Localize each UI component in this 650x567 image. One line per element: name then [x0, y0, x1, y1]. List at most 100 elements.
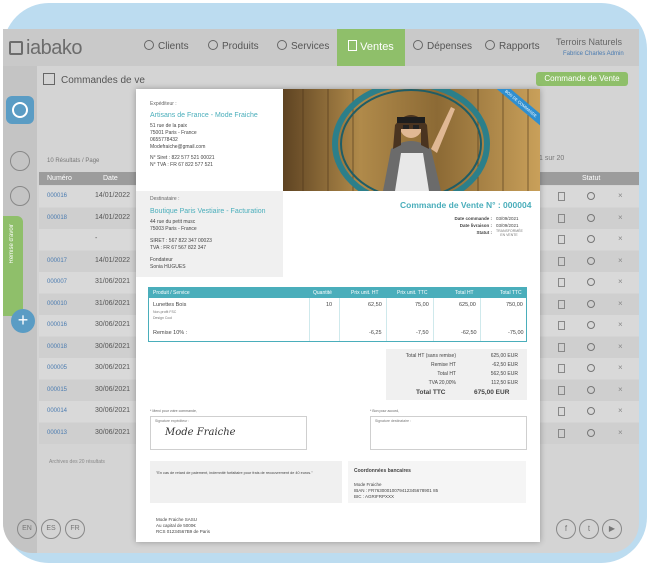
row-date: 30/06/2021: [95, 385, 131, 393]
nav-clients[interactable]: Clients: [144, 40, 189, 52]
document-icon[interactable]: [558, 213, 565, 223]
expediteur-ids: N° Siret : 822 577 521 00021 N° TVA : FR…: [150, 155, 215, 169]
row-date: 14/01/2022: [95, 213, 131, 221]
user-menu[interactable]: Fabrice Charles Admin: [563, 51, 624, 57]
divider: [433, 298, 434, 341]
delete-icon[interactable]: ×: [618, 406, 623, 415]
divider: [386, 298, 387, 341]
nav-services[interactable]: Services: [277, 40, 329, 52]
exp-addr-line: 75001 Paris - France: [150, 130, 197, 136]
page-title: Commandes de ve: [43, 73, 145, 86]
app-logo[interactable]: iabako: [9, 37, 82, 60]
document-icon[interactable]: [558, 256, 565, 266]
nav-produits[interactable]: Produits: [208, 40, 259, 52]
lang-fr[interactable]: FR: [65, 519, 85, 539]
document-icon[interactable]: [558, 278, 565, 287]
date-commande-value: 03/09/2021: [496, 216, 519, 221]
sig-left-caption: * Merci pour votre commande,: [150, 409, 197, 413]
document-icon[interactable]: [558, 364, 565, 373]
dest-contact-name: Sonia HUGUES: [150, 264, 186, 270]
new-order-button[interactable]: Commande de Vente: [536, 72, 628, 86]
history-icon[interactable]: [10, 186, 30, 206]
company-name: Terroirs Naturels: [556, 37, 623, 47]
delete-icon[interactable]: ×: [618, 299, 623, 308]
screenshot-stage: iabako Clients Produits Services Ventes …: [0, 0, 650, 567]
document-icon[interactable]: [558, 192, 565, 201]
pagination[interactable]: 1 sur 20: [539, 155, 564, 162]
add-button[interactable]: +: [11, 309, 35, 333]
lang-en[interactable]: EN: [17, 519, 37, 539]
results-per-page[interactable]: 10 Résultats / Page: [47, 158, 99, 164]
delete-icon[interactable]: ×: [618, 385, 623, 394]
th-total-ht: Total HT: [455, 290, 474, 296]
total-ttc-label: Total TTC: [416, 389, 446, 396]
col-statut[interactable]: Statut: [582, 175, 600, 182]
dest-tva: TVA : FR 67 567 822 347: [150, 245, 207, 251]
row-date: 31/06/2021: [95, 299, 131, 307]
document-icon[interactable]: [558, 385, 565, 395]
delete-icon[interactable]: ×: [618, 363, 623, 372]
archives-link[interactable]: Archives des 20 résultats: [49, 459, 105, 465]
line2-total-ttc: -75,00: [508, 330, 524, 336]
delete-icon[interactable]: ×: [618, 428, 623, 437]
row-date: 30/06/2021: [95, 342, 131, 350]
document-icon[interactable]: [558, 428, 565, 438]
document-icon[interactable]: [558, 407, 565, 416]
photo-illustration: [283, 89, 540, 191]
exp-siret: N° Siret : 822 577 521 00021: [150, 155, 215, 161]
chart-icon: [485, 40, 495, 50]
document-icon[interactable]: [558, 321, 565, 330]
expediteur-label: Expéditeur :: [150, 101, 177, 107]
destinataire-name: Boutique Paris Vestiaire - Facturation: [150, 208, 266, 215]
expediteur-name: Artisans de France - Mode Fraiche: [150, 112, 258, 119]
delete-icon[interactable]: ×: [618, 213, 623, 222]
page-title-text: Commandes de ve: [61, 75, 145, 86]
logo-icon: [9, 41, 23, 55]
lang-es[interactable]: ES: [41, 519, 61, 539]
line1-total-ttc: 750,00: [506, 302, 523, 308]
delete-icon[interactable]: ×: [618, 277, 623, 286]
delete-icon[interactable]: ×: [618, 234, 623, 243]
th-quantite: Quantité: [313, 290, 332, 296]
nav-ventes[interactable]: Ventes: [337, 29, 405, 66]
col-numero[interactable]: Numéro: [47, 175, 72, 182]
facebook-icon[interactable]: f: [556, 519, 576, 539]
line1-sub1: Non-profit FSC: [153, 310, 177, 314]
delete-icon[interactable]: ×: [618, 191, 623, 200]
delete-icon[interactable]: ×: [618, 342, 623, 351]
nav-rapports[interactable]: Rapports: [485, 40, 540, 52]
line1-pu-ttc: 75,00: [415, 302, 429, 308]
row-number: 000005: [47, 365, 68, 371]
sidebar-list-button[interactable]: [6, 96, 34, 124]
twitter-icon[interactable]: t: [579, 519, 599, 539]
status-icon: [587, 385, 595, 394]
delete-icon[interactable]: ×: [618, 256, 623, 265]
bank-title: Coordonnées bancaires: [354, 468, 411, 474]
col-date[interactable]: Date: [103, 175, 118, 182]
sidebar-tab-label: Remise d'avoir: [9, 224, 15, 264]
invoice-document: Expéditeur : Artisans de France - Mode F…: [136, 89, 540, 542]
total-ttc-value: 675,00 EUR: [474, 389, 510, 396]
line2-name: Remise 10% :: [153, 330, 188, 336]
row-number: 000016: [47, 193, 68, 199]
total-label: Total HT (sans remise): [405, 353, 456, 359]
document-icon[interactable]: [558, 235, 565, 244]
row-date: 30/06/2021: [95, 364, 131, 371]
document-icon: [348, 40, 358, 51]
dest-contact-role: Fondateur: [150, 257, 173, 263]
sig-left-label: Signature expéditeur :: [155, 419, 190, 423]
youtube-icon[interactable]: ▶: [602, 519, 622, 539]
sidebar-tab-remise[interactable]: Remise d'avoir: [3, 216, 23, 316]
nav-depenses[interactable]: Dépenses: [413, 40, 472, 52]
document-icon[interactable]: [558, 299, 565, 309]
row-number: 000018: [47, 214, 68, 221]
dest-addr-line: 75003 Paris - France: [150, 226, 197, 232]
bell-icon[interactable]: [10, 151, 30, 171]
status-value: TRANSFORMÉE EN VENTE: [496, 229, 523, 237]
row-date: 14/01/2022: [95, 256, 131, 264]
row-number: 000007: [47, 279, 68, 285]
exp-tva: N° TVA : FR 67 822 577 521: [150, 162, 213, 168]
document-icon[interactable]: [558, 342, 565, 352]
date-commande-label: Date commande :: [454, 216, 492, 221]
delete-icon[interactable]: ×: [618, 320, 623, 329]
